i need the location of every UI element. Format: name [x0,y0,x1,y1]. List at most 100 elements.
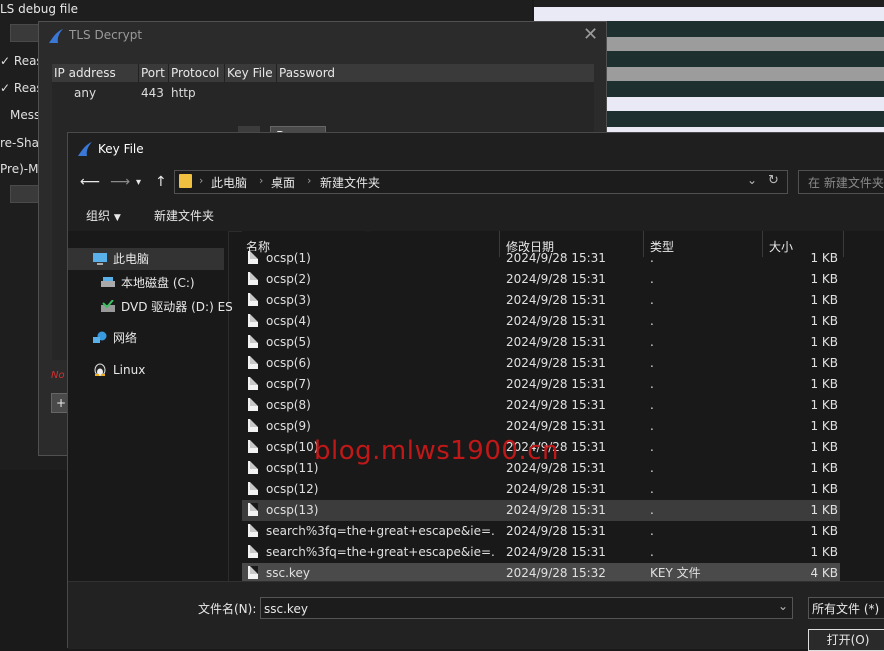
file-name: ocsp(7) [266,377,311,391]
file-name: ocsp(3) [266,293,311,307]
file-row[interactable]: ocsp(12) 2024/9/28 15:31. 1 KB [242,479,840,500]
col-port[interactable]: Port [139,64,169,82]
search-placeholder: 在 新建文件夹 [808,176,884,190]
file-row[interactable]: ocsp(13) 2024/9/28 15:31. 1 KB [242,500,840,521]
sidebar-item-label: 本地磁盘 (C:) [121,276,195,290]
tls-dialog-title: TLS Decrypt [69,28,143,42]
file-row[interactable]: ocsp(6) 2024/9/28 15:31. 1 KB [242,353,840,374]
sidebar-item-local-disk[interactable]: 本地磁盘 (C:) [68,272,224,294]
sort-up-icon: ⌃ [364,231,373,239]
recent-chevron-icon[interactable]: ▾ [136,177,141,188]
file-size: 1 KB [810,293,838,307]
filetype-select[interactable]: 所有文件 (*) [808,597,884,619]
file-icon [248,293,258,306]
key-file-title: Key File [98,142,144,156]
breadcrumb-desktop[interactable]: 桌面 [271,174,295,191]
file-size: 1 KB [810,335,838,349]
file-row[interactable]: ocsp(4) 2024/9/28 15:31. 1 KB [242,311,840,332]
file-row[interactable]: search%3fq=the+great+escape&ie=... 2024/9… [242,521,840,542]
up-arrow-icon[interactable]: ↑ [155,174,167,190]
sidebar-item-network[interactable]: 网络 [68,327,224,349]
file-row[interactable]: ocsp(2) 2024/9/28 15:31. 1 KB [242,269,840,290]
command-bar: 组织 ▼ 新建文件夹 [68,199,884,232]
file-date: 2024/9/28 15:32 [506,566,606,580]
file-name: ocsp(1) [266,251,311,265]
file-row[interactable]: ocsp(8) 2024/9/28 15:31. 1 KB [242,395,840,416]
organize-menu[interactable]: 组织 ▼ [86,207,121,224]
col-ip-address[interactable]: IP address [52,64,139,82]
col-key-file[interactable]: Key File [225,64,277,82]
file-row[interactable]: ocsp(5) 2024/9/28 15:31. 1 KB [242,332,840,353]
file-date: 2024/9/28 15:31 [506,524,606,538]
forward-arrow-icon[interactable]: ⟶ [110,174,130,190]
file-type: . [650,377,654,391]
file-row[interactable]: ssc.key 2024/9/28 15:32 KEY 文件 4 KB [242,563,840,581]
bg-window-title: LS debug file [0,2,79,16]
file-row[interactable]: search%3fq=the+great+escape&ie=... 2024/9… [242,542,840,563]
sidebar-item-label: 此电脑 [113,252,150,266]
file-icon [248,272,258,285]
column-divider[interactable] [843,231,844,257]
dvd-icon [101,300,115,312]
file-size: 1 KB [810,377,838,391]
file-type: . [650,398,654,412]
sidebar-item-linux[interactable]: Linux [68,359,224,381]
navigation-pane: 此电脑 本地磁盘 (C:) DVD 驱动器 (D:) ES 网络 Linux [68,231,233,581]
cell-ip[interactable]: any [74,84,96,102]
file-date: 2024/9/28 15:31 [506,482,606,496]
col-password[interactable]: Password [277,64,594,82]
sidebar-item-this-pc[interactable]: 此电脑 [68,248,224,270]
file-icon [248,335,258,348]
file-row[interactable]: ocsp(1) 2024/9/28 15:31. 1 KB [242,248,840,269]
key-file-dialog: Key File ⟵ ⟶ ▾ ↑ › 此电脑 › 桌面 › 新建文件夹 ⌄ ↻ … [67,132,884,651]
file-icon [248,545,258,558]
folder-icon [179,174,192,188]
breadcrumb-new-folder[interactable]: 新建文件夹 [320,174,380,191]
refresh-icon[interactable]: ↻ [768,173,779,188]
check-icon: ✓ [0,54,11,68]
cell-port[interactable]: 443 [141,84,164,102]
bg-checkbox-row-1[interactable]: ✓ Reas [0,52,43,70]
file-name: ocsp(5) [266,335,311,349]
file-type: . [650,272,654,286]
filename-input[interactable]: ssc.key [260,597,793,619]
file-date: 2024/9/28 15:31 [506,314,606,328]
file-name: ocsp(4) [266,314,311,328]
chevron-down-icon[interactable]: ⌄ [778,599,788,613]
file-name: ocsp(8) [266,398,311,412]
file-name: ocsp(13) [266,503,319,517]
bg-checkbox-row-2[interactable]: ✓ Reas [0,79,43,97]
file-icon [248,356,258,369]
file-date: 2024/9/28 15:31 [506,356,606,370]
key-file-titlebar: Key File [68,133,884,165]
new-folder-button[interactable]: 新建文件夹 [154,207,214,224]
tls-titlebar: TLS Decrypt ✕ [39,22,606,50]
file-type: . [650,482,654,496]
open-button[interactable]: 打开(O) [808,629,884,651]
close-icon[interactable]: ✕ [583,24,598,45]
address-bar[interactable]: › 此电脑 › 桌面 › 新建文件夹 ⌄ ↻ [174,170,788,194]
file-row[interactable]: ocsp(3) 2024/9/28 15:31. 1 KB [242,290,840,311]
col-protocol[interactable]: Protocol [169,64,225,82]
chevron-down-icon: ▼ [113,213,121,223]
file-size: 1 KB [810,419,838,433]
breadcrumb-separator-icon: › [199,174,204,187]
back-arrow-icon[interactable]: ⟵ [80,174,100,190]
tls-table-header: IP address Port Protocol Key File Passwo… [52,64,594,82]
filename-label: 文件名(N): [198,602,257,616]
watermark: blog.mlws1900.cn [314,436,559,466]
file-date: 2024/9/28 15:31 [506,377,606,391]
chevron-down-icon[interactable]: ⌄ [747,173,757,187]
file-date: 2024/9/28 15:31 [506,335,606,349]
file-type: . [650,503,654,517]
sidebar-item-dvd-drive[interactable]: DVD 驱动器 (D:) ES [68,296,233,318]
file-type: . [650,440,654,454]
search-input[interactable]: 在 新建文件夹 [798,170,884,194]
breadcrumb-this-pc[interactable]: 此电脑 [211,174,247,191]
file-type: KEY 文件 [650,566,701,580]
file-row[interactable]: ocsp(9) 2024/9/28 15:31. 1 KB [242,416,840,437]
cell-protocol[interactable]: http [171,84,196,102]
file-row[interactable]: ocsp(7) 2024/9/28 15:31. 1 KB [242,374,840,395]
file-type: . [650,356,654,370]
file-icon [248,440,258,453]
